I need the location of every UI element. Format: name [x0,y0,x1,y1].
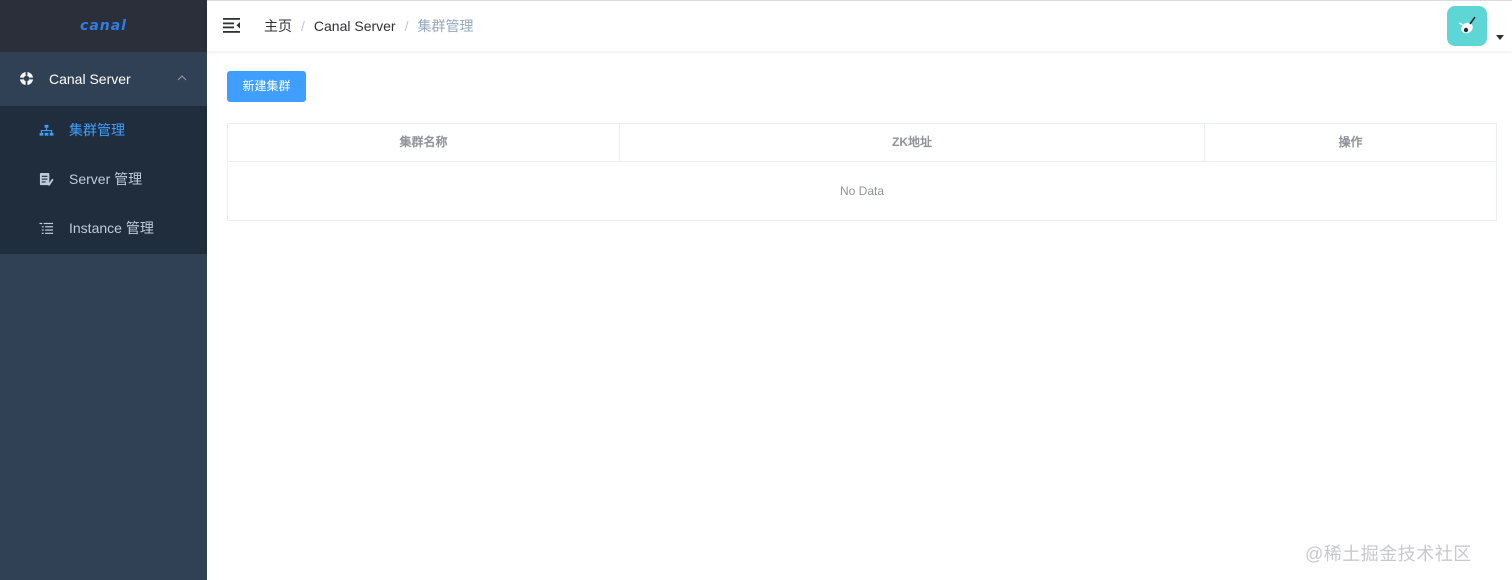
menu-canal-server[interactable]: Canal Server [0,52,207,106]
sidebar: canal Canal Server 集群管理 Server 管理 Instan… [0,0,207,580]
lifebuoy-icon [19,71,34,86]
document-edit-icon [39,172,54,186]
breadcrumb-home[interactable]: 主页 [264,18,292,34]
column-header-actions: 操作 [1338,135,1363,149]
navbar: 主页 / Canal Server / 集群管理 [207,1,1512,51]
breadcrumb-current: 集群管理 [417,18,474,34]
menu-label: Canal Server [49,71,131,87]
logo: canal [80,18,127,34]
breadcrumb: 主页 / Canal Server / 集群管理 [264,1,473,51]
column-header-zk-address: ZK地址 [620,124,1205,161]
watermark: @稀土掘金技术社区 [1305,544,1472,564]
submenu: 集群管理 Server 管理 Instance 管理 [0,106,207,254]
table-header: 集群名称 ZK地址 操作 [228,124,1496,162]
column-header-cluster-name: 集群名称 [228,124,620,161]
table-empty-text: No Data [839,184,885,198]
list-icon [39,222,54,234]
new-cluster-button[interactable]: 新建集群 [227,71,306,102]
avatar[interactable] [1447,6,1487,46]
chevron-up-icon [177,75,187,81]
cluster-table: 集群名称 ZK地址 操作 No Data [227,123,1497,221]
sidebar-item-label: Server 管理 [69,171,143,187]
sidebar-item-label: Instance 管理 [69,220,154,236]
breadcrumb-separator: / [404,18,409,34]
caret-down-icon[interactable] [1496,35,1504,40]
sidebar-item-server[interactable]: Server 管理 [0,155,207,204]
logo-bar[interactable]: canal [0,0,207,52]
breadcrumb-separator: / [301,18,305,34]
sidebar-item-cluster[interactable]: 集群管理 [0,106,207,155]
sitemap-icon [39,124,54,136]
sidebar-item-instance[interactable]: Instance 管理 [0,204,207,253]
sidebar-item-label: 集群管理 [69,122,125,138]
breadcrumb-canal-server[interactable]: Canal Server [314,18,396,34]
avatar-image-icon [1458,16,1476,34]
hamburger-icon[interactable] [223,17,241,33]
